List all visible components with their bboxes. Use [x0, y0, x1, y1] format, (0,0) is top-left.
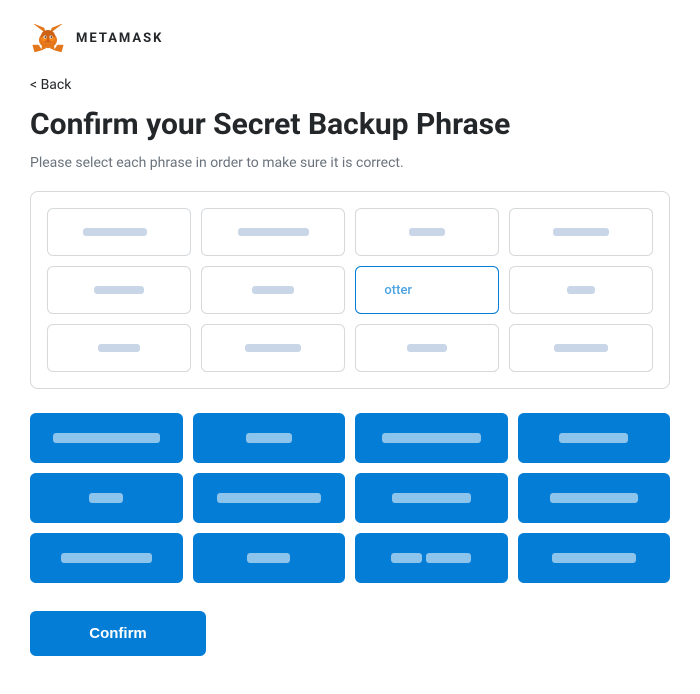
word-mask-12 [552, 553, 636, 563]
header: METAMASK [30, 20, 670, 56]
word-button-6[interactable] [193, 473, 346, 523]
word-button-2[interactable] [193, 413, 346, 463]
slot-content-2 [238, 228, 309, 236]
word-mask-11b [426, 553, 472, 563]
word-button-10[interactable] [193, 533, 346, 583]
slot-content-5 [94, 286, 144, 294]
phrase-slot-4[interactable] [509, 208, 653, 256]
slot-content-10 [245, 344, 302, 352]
word-mask-3 [382, 433, 481, 443]
word-mask-8 [550, 493, 638, 503]
slot-content-8 [567, 286, 595, 294]
word-mask-9 [61, 553, 153, 563]
metamask-fox-icon [30, 20, 66, 56]
word-button-1[interactable] [30, 413, 183, 463]
slot-content-3 [409, 228, 445, 236]
word-button-8[interactable] [518, 473, 671, 523]
word-button-9[interactable] [30, 533, 183, 583]
word-button-5[interactable] [30, 473, 183, 523]
word-mask-1 [53, 433, 160, 443]
slot-content-11 [407, 344, 447, 352]
subtitle: Please select each phrase in order to ma… [30, 155, 670, 171]
slot-content-4 [553, 228, 610, 236]
word-button-11[interactable] [355, 533, 508, 583]
back-link[interactable]: < Back [30, 77, 71, 93]
phrase-slot-3[interactable] [355, 208, 499, 256]
phrase-slot-10[interactable] [201, 324, 345, 372]
phrase-drop-area: otter [30, 191, 670, 389]
phrase-slot-9[interactable] [47, 324, 191, 372]
word-mask-11a [391, 553, 422, 563]
phrase-slot-7[interactable]: otter [355, 266, 499, 314]
word-mask-7 [392, 493, 471, 503]
slot-content-7: otter [384, 283, 469, 298]
logo-text: METAMASK [76, 31, 163, 46]
word-mask-2 [246, 433, 292, 443]
word-bank-grid [30, 413, 670, 583]
slot-content-12 [554, 344, 608, 352]
page-title: Confirm your Secret Backup Phrase [30, 107, 670, 143]
phrase-slot-12[interactable] [509, 324, 653, 372]
word-button-3[interactable] [355, 413, 508, 463]
phrase-slot-6[interactable] [201, 266, 345, 314]
word-mask-5 [89, 493, 123, 503]
phrase-slot-11[interactable] [355, 324, 499, 372]
confirm-button[interactable]: Confirm [30, 611, 206, 656]
phrase-slot-1[interactable] [47, 208, 191, 256]
slot-content-1 [83, 228, 147, 236]
phrase-slot-8[interactable] [509, 266, 653, 314]
phrase-slots-grid: otter [47, 208, 653, 372]
word-button-7[interactable] [355, 473, 508, 523]
phrase-slot-5[interactable] [47, 266, 191, 314]
phrase-slot-2[interactable] [201, 208, 345, 256]
word-mask-4 [559, 433, 628, 443]
word-mask-6 [217, 493, 321, 503]
word-button-4[interactable] [518, 413, 671, 463]
slot-content-6 [252, 286, 295, 294]
word-button-12[interactable] [518, 533, 671, 583]
word-mask-10 [247, 553, 290, 563]
slot-content-9 [98, 344, 141, 352]
